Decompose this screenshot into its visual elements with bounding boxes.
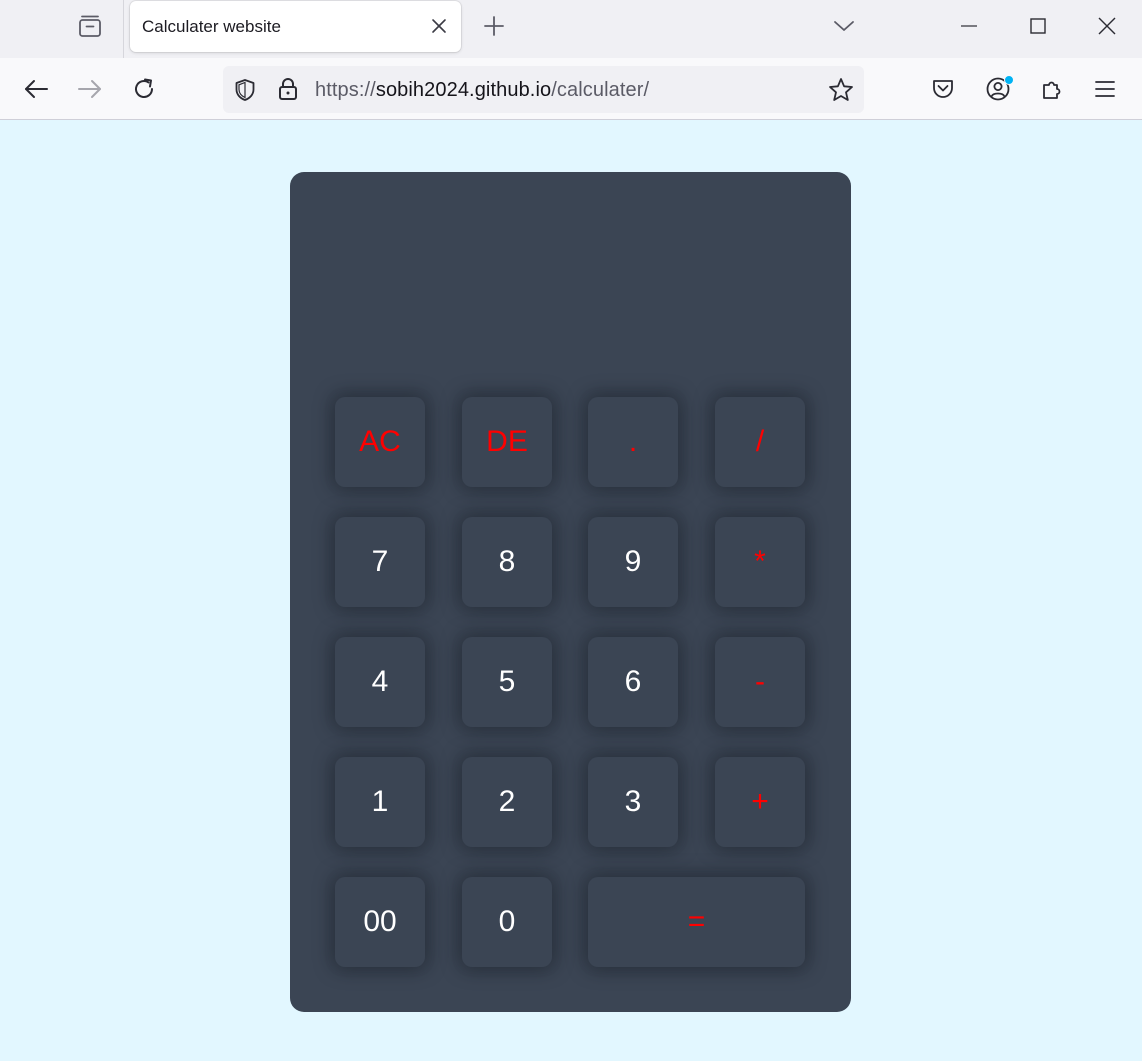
equals-button[interactable]: = [588, 877, 805, 967]
decimal-point-button[interactable]: . [588, 397, 678, 487]
navigation-toolbar: https://sobih2024.github.io/calculater/ [0, 58, 1142, 120]
account-button[interactable] [981, 72, 1015, 106]
bookmark-star-icon[interactable] [828, 77, 854, 103]
forward-button[interactable] [73, 72, 107, 106]
digit-8-button[interactable]: 8 [462, 517, 552, 607]
pocket-button[interactable] [926, 72, 960, 106]
delete-button[interactable]: DE [462, 397, 552, 487]
url-text[interactable]: https://sobih2024.github.io/calculater/ [315, 79, 649, 102]
chevron-down-icon [834, 21, 854, 31]
lock-icon[interactable] [277, 77, 299, 101]
url-scheme: https:// [315, 79, 376, 101]
puzzle-piece-icon [1043, 81, 1061, 99]
tab-separator [123, 0, 124, 58]
tab-close-button[interactable] [429, 16, 449, 36]
digit-2-button[interactable]: 2 [462, 757, 552, 847]
firefox-view-icon [79, 15, 101, 37]
address-bar[interactable]: https://sobih2024.github.io/calculater/ [223, 66, 864, 113]
digit-5-button[interactable]: 5 [462, 637, 552, 727]
pocket-icon [933, 80, 953, 98]
digit-0-button[interactable]: 0 [462, 877, 552, 967]
subtract-button[interactable]: - [715, 637, 805, 727]
url-path: /calculater/ [551, 79, 650, 101]
divide-button[interactable]: / [715, 397, 805, 487]
tab-strip: Calculater website [0, 0, 1142, 58]
url-host: sobih2024.github.io [375, 79, 552, 101]
plus-icon [484, 16, 504, 36]
list-all-tabs-button[interactable] [830, 14, 858, 38]
digit-7-button[interactable]: 7 [335, 517, 425, 607]
arrow-left-icon [25, 80, 48, 98]
digit-9-button[interactable]: 9 [588, 517, 678, 607]
reload-icon [135, 78, 153, 98]
firefox-view-button[interactable] [70, 8, 110, 44]
digit-1-button[interactable]: 1 [335, 757, 425, 847]
close-icon [1098, 17, 1116, 35]
multiply-button[interactable]: * [715, 517, 805, 607]
tab-title: Calculater website [142, 17, 281, 36]
arrow-right-icon [78, 80, 101, 98]
back-button[interactable] [19, 72, 53, 106]
app-menu-button[interactable] [1088, 72, 1122, 106]
close-icon [432, 19, 446, 33]
notification-dot [1004, 75, 1014, 85]
maximize-icon [1030, 18, 1046, 34]
calculator-display [330, 202, 810, 362]
minimize-icon [961, 25, 977, 27]
shield-icon[interactable] [233, 78, 257, 102]
window-maximize-button[interactable] [1004, 0, 1072, 52]
digit-6-button[interactable]: 6 [588, 637, 678, 727]
window-minimize-button[interactable] [935, 0, 1003, 52]
double-zero-button[interactable]: 00 [335, 877, 425, 967]
page-content: AC DE . / 7 8 9 * 4 5 6 - 1 2 3 + 00 0 = [0, 120, 1142, 1061]
new-tab-button[interactable] [481, 13, 507, 39]
tab-calculater-website[interactable]: Calculater website [130, 1, 461, 52]
digit-4-button[interactable]: 4 [335, 637, 425, 727]
extensions-button[interactable] [1035, 72, 1069, 106]
reload-button[interactable] [127, 72, 161, 106]
clear-all-button[interactable]: AC [335, 397, 425, 487]
calculator: AC DE . / 7 8 9 * 4 5 6 - 1 2 3 + 00 0 = [290, 172, 851, 1012]
add-button[interactable]: + [715, 757, 805, 847]
hamburger-menu-icon [1095, 81, 1115, 97]
digit-3-button[interactable]: 3 [588, 757, 678, 847]
window-close-button[interactable] [1073, 0, 1141, 52]
